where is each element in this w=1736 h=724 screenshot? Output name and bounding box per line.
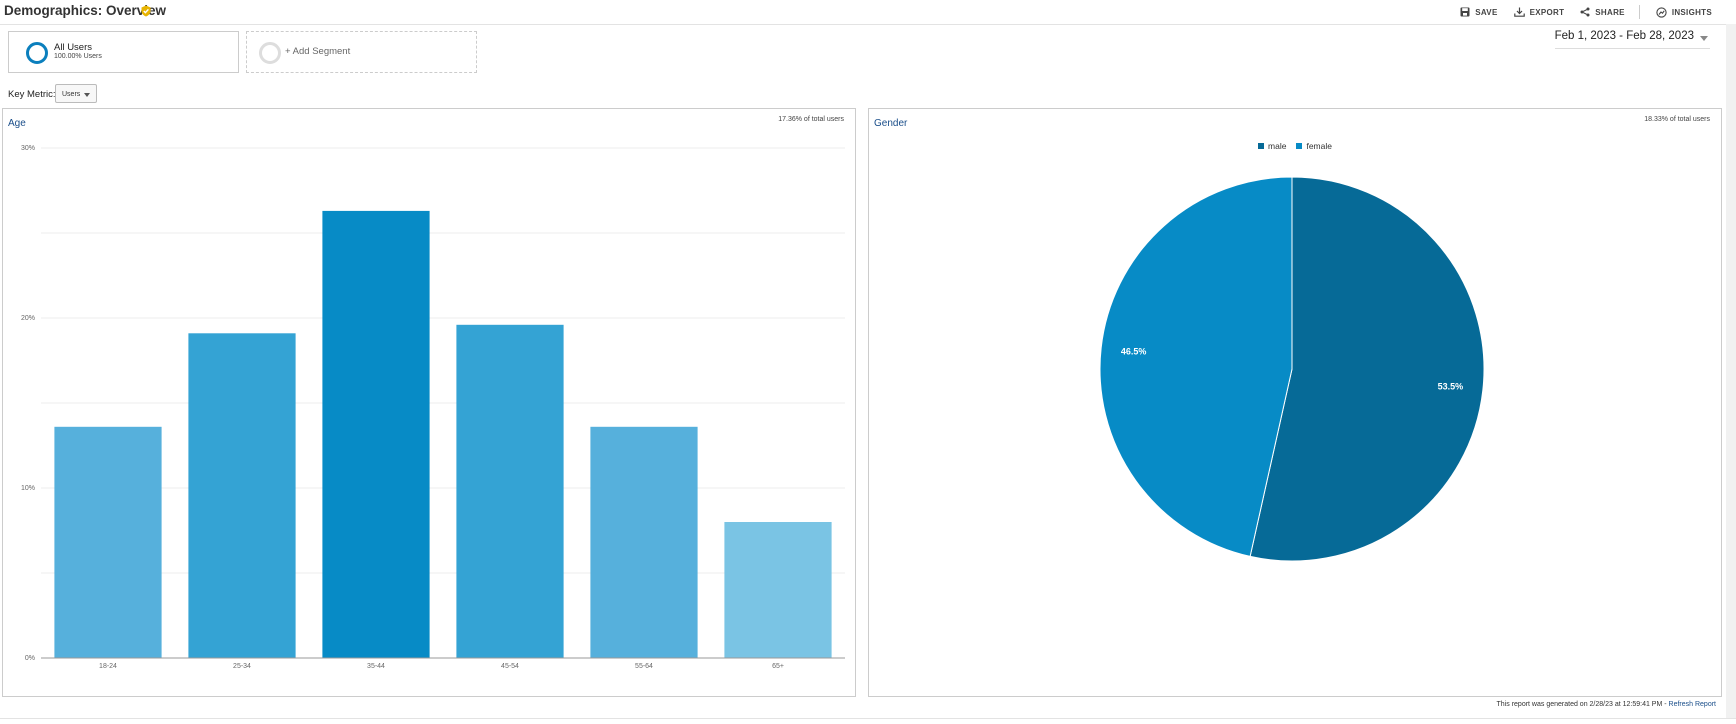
x-tick-label: 25-34 [233, 663, 251, 670]
gender-pie-chart: 53.5% 46.5% [1099, 176, 1485, 562]
age-bar-chart: 0% 10% 20% 30% 18-24 25-34 35-44 45-54 55-64 65+ [21, 145, 845, 670]
top-bar: Demographics: Overview SAVE EXPORT SHARE… [0, 0, 1736, 25]
add-segment-button[interactable]: + Add Segment [246, 31, 477, 73]
footer-text: This report was generated on 2/28/23 at … [1496, 701, 1669, 708]
key-metric-value: Users [62, 91, 81, 98]
y-tick-label: 10% [21, 485, 35, 492]
key-metric-label: Key Metric: [8, 89, 56, 100]
bar-65+[interactable] [724, 522, 832, 658]
toolbar: SAVE EXPORT SHARE INSIGHTS [1444, 5, 1712, 19]
add-segment-label: + Add Segment [285, 46, 351, 57]
age-panel: Age 17.36% of total users 0% 10% 20% 30% 18-… [2, 108, 856, 697]
x-tick-label: 35-44 [367, 663, 385, 670]
segment-subtitle: 100.00% Users [54, 53, 102, 60]
y-tick-label: 30% [21, 145, 35, 152]
segment-name: All Users [54, 42, 93, 53]
share-button[interactable]: SHARE [1580, 7, 1625, 17]
x-tick-label: 65+ [772, 663, 784, 670]
y-tick-label: 0% [25, 655, 35, 662]
share-label: SHARE [1595, 7, 1625, 17]
pie-data-label: 46.5% [1121, 347, 1147, 357]
segment-circle-icon [26, 42, 48, 64]
bar-18-24[interactable] [54, 426, 162, 658]
save-button[interactable]: SAVE [1460, 7, 1497, 17]
date-range-text: Feb 1, 2023 - Feb 28, 2023 [1554, 30, 1694, 42]
export-button[interactable]: EXPORT [1513, 7, 1565, 17]
refresh-report-link[interactable]: Refresh Report [1669, 701, 1716, 708]
report-footer: This report was generated on 2/28/23 at … [1497, 701, 1716, 708]
verified-badge-icon [141, 5, 151, 17]
pie-slice-female[interactable] [1099, 176, 1293, 557]
vertical-scrollbar[interactable] [1726, 24, 1736, 718]
save-label: SAVE [1475, 7, 1498, 17]
share-icon [1580, 7, 1590, 17]
segment-all-users[interactable]: All Users 100.00% Users [8, 31, 239, 73]
insights-icon [1656, 6, 1667, 18]
bar-25-34[interactable] [188, 333, 296, 658]
chevron-down-icon [1700, 36, 1708, 41]
x-tick-label: 45-54 [501, 663, 519, 670]
bar-55-64[interactable] [590, 426, 698, 658]
key-metric-dropdown[interactable]: Users [55, 84, 97, 103]
empty-segment-circle-icon [259, 42, 281, 64]
chevron-down-icon [84, 93, 90, 97]
insights-button[interactable]: INSIGHTS [1656, 6, 1712, 18]
bottom-divider [0, 718, 1736, 719]
y-tick-label: 20% [21, 315, 35, 322]
floppy-disk-icon [1460, 7, 1470, 17]
gender-panel: Gender 18.33% of total users male female… [868, 108, 1722, 697]
pie-data-label: 53.5% [1438, 381, 1464, 391]
download-icon [1513, 7, 1525, 17]
bar-45-54[interactable] [456, 324, 564, 658]
insights-label: INSIGHTS [1671, 7, 1712, 17]
x-tick-label: 18-24 [99, 663, 117, 670]
bar-35-44[interactable] [322, 210, 430, 658]
date-range-picker[interactable]: Feb 1, 2023 - Feb 28, 2023 [1554, 30, 1710, 49]
x-tick-label: 55-64 [635, 663, 653, 670]
toolbar-divider [1638, 5, 1640, 19]
export-label: EXPORT [1529, 7, 1565, 17]
